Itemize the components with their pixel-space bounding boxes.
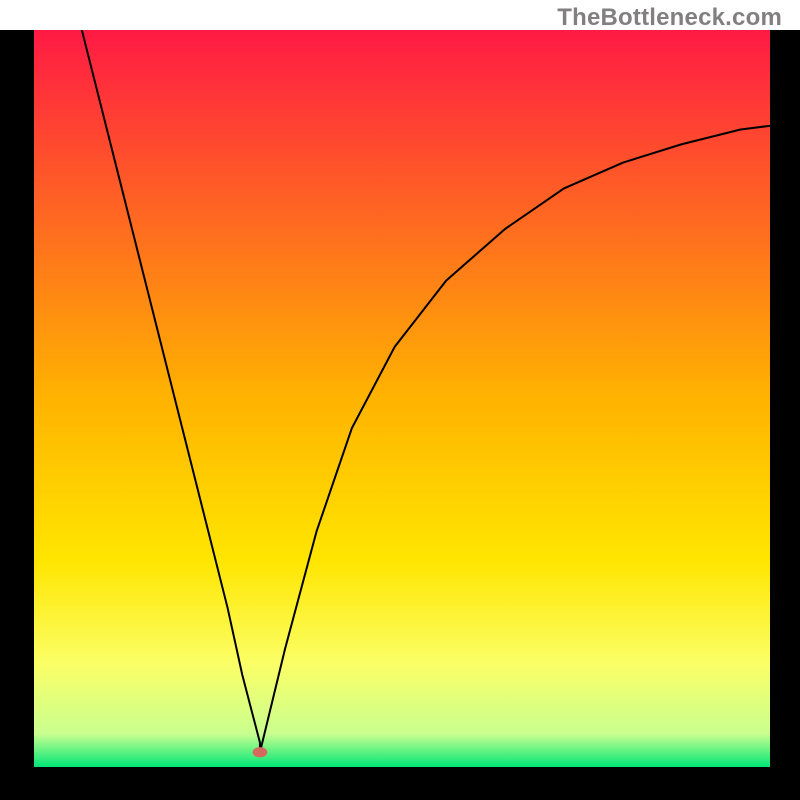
minimum-marker [253,747,268,757]
chart-stage: TheBottleneck.com [0,0,800,800]
plot-background [34,30,770,767]
frame-bottom [0,767,800,800]
watermark-text: TheBottleneck.com [557,4,782,32]
bottleneck-chart [0,0,800,800]
frame-left [0,0,34,800]
frame-right [770,0,800,800]
